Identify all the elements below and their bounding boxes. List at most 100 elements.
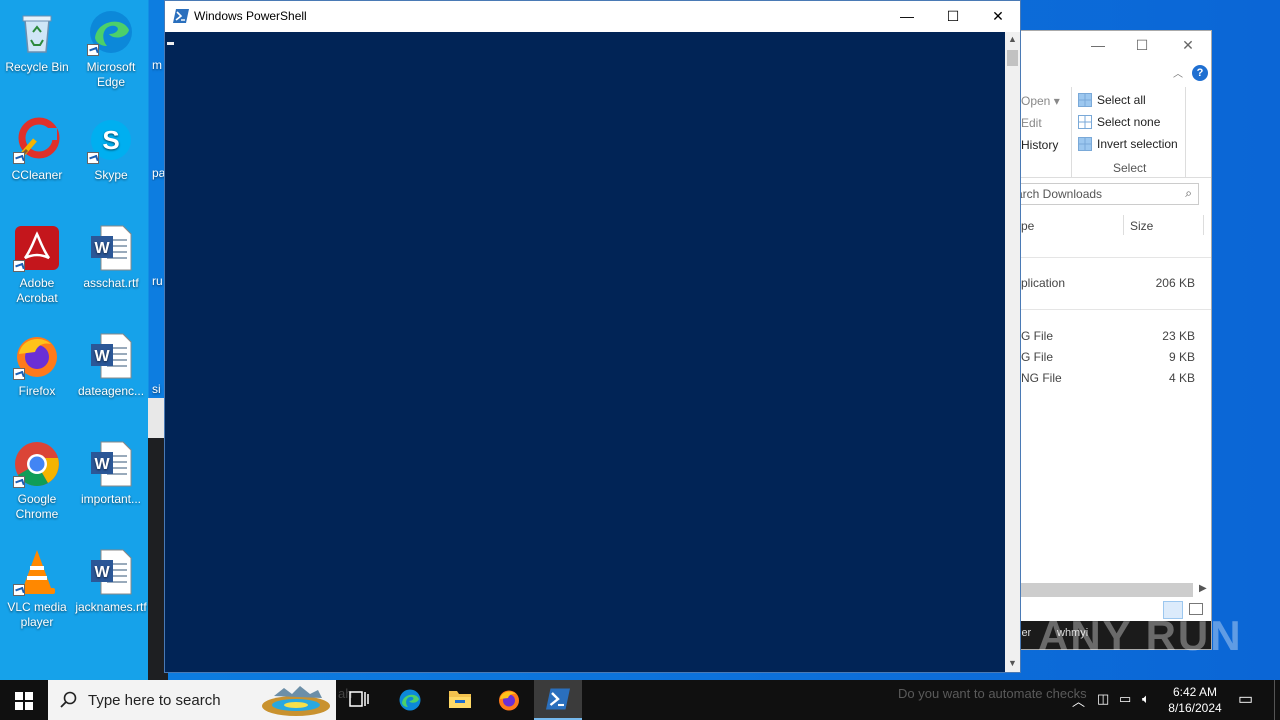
taskbar-powershell[interactable]: [534, 680, 582, 720]
desktop-icon-firefox[interactable]: Firefox: [0, 332, 74, 399]
ccleaner-icon: [13, 116, 61, 164]
shortcut-arrow-icon: [87, 44, 99, 56]
column-divider[interactable]: [1123, 215, 1124, 235]
desktop-icon-google-chrome[interactable]: Google Chrome: [0, 440, 74, 522]
desktop-icon-partial-label[interactable]: m: [152, 58, 164, 73]
word-document-icon: W: [87, 224, 135, 272]
file-row-size[interactable]: 206 KB: [1135, 276, 1195, 290]
edge-icon: [87, 8, 135, 56]
desktop-icon-dateagenc[interactable]: W dateagenc...: [74, 332, 148, 399]
taskbar: Type here to search ah Do you want to au…: [0, 680, 1280, 720]
explorer-close-button[interactable]: ✕: [1173, 37, 1203, 57]
svg-text:S: S: [102, 125, 119, 155]
task-view-button[interactable]: [336, 680, 384, 720]
desktop-icon-recycle-bin[interactable]: Recycle Bin: [0, 8, 74, 75]
desktop-icon-partial-label[interactable]: si: [152, 382, 164, 397]
file-row-size[interactable]: 9 KB: [1135, 350, 1195, 364]
close-button[interactable]: ✕: [975, 1, 1021, 32]
partial-label: si: [152, 382, 161, 396]
minimize-button[interactable]: —: [884, 1, 930, 32]
select-all-icon: [1078, 93, 1092, 107]
skype-icon: S: [87, 116, 135, 164]
desktop-icon-label: Adobe Acrobat: [16, 276, 58, 305]
text-cursor: [167, 42, 174, 45]
horizontal-scrollbar[interactable]: [1011, 583, 1193, 597]
ribbon-select-none[interactable]: Select none: [1078, 115, 1160, 129]
taskbar-file-explorer[interactable]: [436, 680, 484, 720]
ribbon-select-all[interactable]: Select all: [1078, 93, 1146, 107]
file-row-size[interactable]: 23 KB: [1135, 329, 1195, 343]
powershell-titlebar[interactable]: Windows PowerShell — ☐ ✕: [165, 1, 1020, 32]
volume-icon[interactable]: 🔈︎: [1142, 691, 1150, 707]
ribbon-edit[interactable]: Edit: [1021, 116, 1042, 130]
svg-text:W: W: [94, 564, 110, 581]
file-explorer-window: — ☐ ✕ ︿ ? Open ▾ Edit History Select all…: [1010, 30, 1212, 650]
desktop-icon-partial-label[interactable]: pa: [152, 166, 164, 181]
windows-logo-icon: [15, 692, 33, 710]
column-header-size[interactable]: Size: [1130, 219, 1153, 233]
desktop-icon-skype[interactable]: S Skype: [74, 116, 148, 183]
desktop-icon-important[interactable]: W important...: [74, 440, 148, 507]
file-row-size[interactable]: 4 KB: [1135, 371, 1195, 385]
powershell-window: Windows PowerShell — ☐ ✕ ▲ ▼: [164, 0, 1021, 673]
desktop-icon-label: dateagenc...: [77, 384, 145, 398]
desktop-icon-partial-label[interactable]: ru: [152, 274, 164, 289]
clock[interactable]: 6:42 AM 8/16/2024: [1160, 684, 1230, 716]
taskbar-search-box[interactable]: Type here to search: [48, 680, 336, 720]
ribbon-collapse-icon[interactable]: ︿: [1173, 65, 1183, 80]
taskbar-firefox[interactable]: [485, 680, 533, 720]
svg-text:W: W: [94, 240, 110, 257]
search-icon: ⌕: [1185, 186, 1192, 200]
explorer-maximize-button[interactable]: ☐: [1127, 37, 1157, 57]
shortcut-arrow-icon: [13, 584, 25, 596]
file-row-type[interactable]: plication: [1021, 276, 1065, 290]
console-area[interactable]: [165, 32, 1005, 672]
adobe-acrobat-icon: [13, 224, 61, 272]
network-icon[interactable]: ▭: [1119, 691, 1131, 707]
desktop-icon-adobe-acrobat[interactable]: Adobe Acrobat: [0, 224, 74, 306]
scroll-right-icon[interactable]: ▶: [1199, 583, 1207, 594]
column-header-type[interactable]: pe: [1021, 219, 1034, 233]
ribbon-bottom-border: [1011, 177, 1211, 178]
edge-icon: [399, 689, 421, 711]
search-placeholder: Type here to search: [88, 692, 221, 709]
file-row-type[interactable]: G File: [1021, 329, 1053, 343]
desktop-icon-asschat[interactable]: W asschat.rtf: [74, 224, 148, 291]
shortcut-arrow-icon: [87, 152, 99, 164]
chevron-up-icon[interactable]: ︿: [1072, 691, 1085, 710]
ribbon-history[interactable]: History: [1021, 138, 1058, 152]
ribbon-open[interactable]: Open ▾: [1021, 94, 1060, 108]
file-row-type[interactable]: G File: [1021, 350, 1053, 364]
start-button[interactable]: [0, 680, 48, 720]
taskbar-edge[interactable]: [386, 680, 434, 720]
scroll-up-icon[interactable]: ▲: [1005, 34, 1020, 44]
desktop-icon-ccleaner[interactable]: CCleaner: [0, 116, 74, 183]
shortcut-arrow-icon: [13, 260, 25, 272]
shortcut-arrow-icon: [13, 152, 25, 164]
explorer-search-input[interactable]: arch Downloads ⌕: [1011, 183, 1199, 205]
column-divider[interactable]: [1203, 215, 1204, 235]
desktop-icon-jacknames[interactable]: W jacknames.rtf: [74, 548, 148, 615]
onedrive-icon[interactable]: ◫: [1097, 691, 1109, 707]
maximize-button[interactable]: ☐: [930, 1, 976, 32]
scrollbar-thumb[interactable]: [1007, 50, 1018, 66]
recycle-bin-icon: [13, 8, 61, 56]
file-row-type[interactable]: NG File: [1021, 371, 1062, 385]
select-none-icon: [1078, 115, 1092, 129]
vertical-scrollbar[interactable]: ▲ ▼: [1005, 32, 1020, 672]
word-document-icon: W: [87, 548, 135, 596]
desktop-icon-microsoft-edge[interactable]: Microsoft Edge: [74, 8, 148, 90]
group-separator: [1011, 257, 1211, 258]
desktop-icon-label: Skype: [94, 168, 128, 182]
desktop-icon-vlc[interactable]: VLC media player: [0, 548, 74, 630]
ribbon-invert-selection[interactable]: Invert selection: [1078, 137, 1178, 151]
desktop-icon-label: Firefox: [18, 384, 56, 398]
window-title: Windows PowerShell: [194, 9, 307, 23]
explorer-minimize-button[interactable]: —: [1083, 37, 1113, 57]
show-desktop-button[interactable]: [1274, 680, 1280, 720]
ribbon-divider: [1071, 87, 1072, 177]
help-icon[interactable]: ?: [1192, 65, 1208, 81]
scroll-down-icon[interactable]: ▼: [1005, 658, 1020, 668]
notification-icon[interactable]: ▭: [1238, 689, 1253, 709]
desktop-icon-label: Google Chrome: [15, 492, 59, 521]
